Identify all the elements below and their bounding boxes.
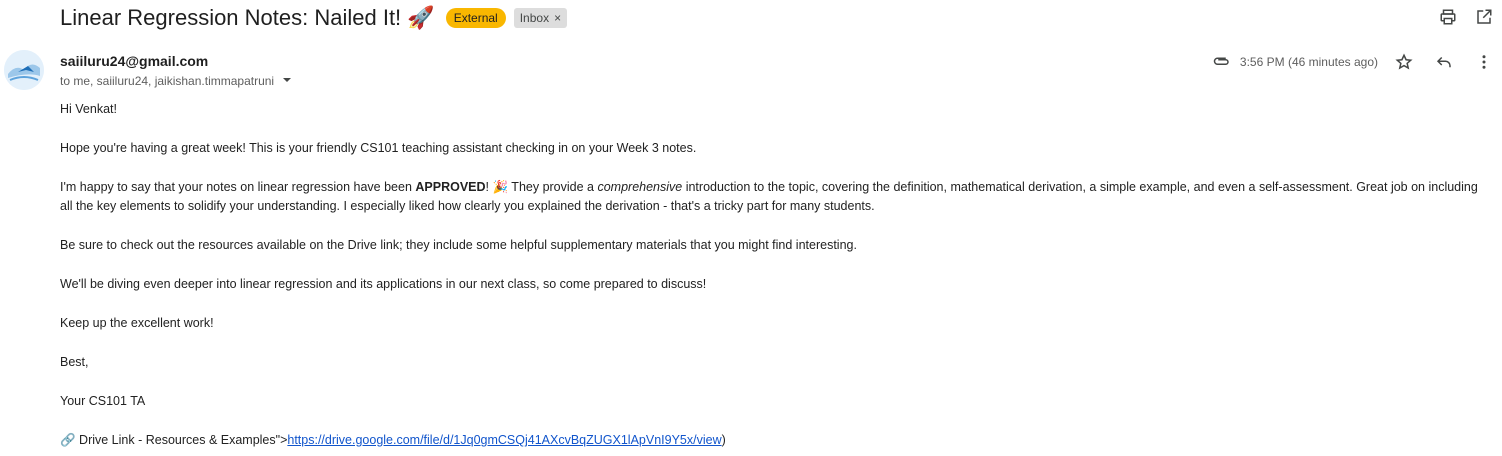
paperclip-icon [1212, 52, 1232, 72]
reply-icon[interactable] [1434, 52, 1454, 72]
message-meta: 3:56 PM (46 minutes ago) [1212, 52, 1494, 72]
email-subject: Linear Regression Notes: Nailed It! 🚀 [60, 5, 435, 30]
comprehensive-text: comprehensive [597, 180, 683, 194]
drive-link[interactable]: https://drive.google.com/file/d/1Jq0gmCS… [287, 433, 721, 447]
more-vertical-icon[interactable] [1474, 52, 1494, 72]
inbox-label-text: Inbox [519, 11, 550, 25]
signature: Your CS101 TA [60, 394, 146, 408]
subject-row: Linear Regression Notes: Nailed It! 🚀 Ex… [60, 2, 568, 34]
sender-avatar[interactable] [4, 50, 44, 90]
remove-label-icon[interactable]: × [554, 10, 561, 26]
star-icon[interactable] [1394, 52, 1414, 72]
p2-text-2: ! 🎉 They provide a [485, 180, 598, 194]
print-icon[interactable] [1438, 7, 1458, 27]
drive-link-prefix: 🔗 Drive Link - Resources & Examples"> [60, 433, 288, 447]
open-in-new-window-icon[interactable] [1474, 7, 1494, 27]
body-paragraph-1: Hope you're having a great week! This is… [60, 141, 697, 155]
drive-link-suffix: ) [721, 433, 726, 447]
chevron-down-icon[interactable] [282, 74, 292, 88]
message-time: 3:56 PM (46 minutes ago) [1239, 55, 1378, 69]
body-paragraph-4: We'll be diving even deeper into linear … [60, 277, 707, 291]
drive-link-line: 🔗 Drive Link - Resources & Examples">htt… [60, 431, 1490, 450]
body-paragraph-5: Keep up the excellent work! [60, 316, 214, 330]
closing: Best, [60, 355, 89, 369]
approved-text: APPROVED [415, 180, 486, 194]
recipients-text: to me, saiiluru24, jaikishan.timmapatrun… [60, 74, 275, 88]
body-paragraph-2: I'm happy to say that your notes on line… [60, 178, 1490, 216]
sender-email: saiiluru24@gmail.com [60, 53, 209, 69]
recipients: to me, saiiluru24, jaikishan.timmapatrun… [60, 74, 292, 88]
external-label: External [445, 8, 506, 28]
body-paragraph-3: Be sure to check out the resources avail… [60, 238, 857, 252]
inbox-label: Inbox × [513, 8, 568, 28]
p2-text-1: I'm happy to say that your notes on line… [60, 180, 416, 194]
greeting: Hi Venkat! [60, 102, 117, 116]
thread-actions [1422, 7, 1494, 27]
email-body: Hi Venkat! Hope you're having a great we… [60, 100, 1490, 450]
